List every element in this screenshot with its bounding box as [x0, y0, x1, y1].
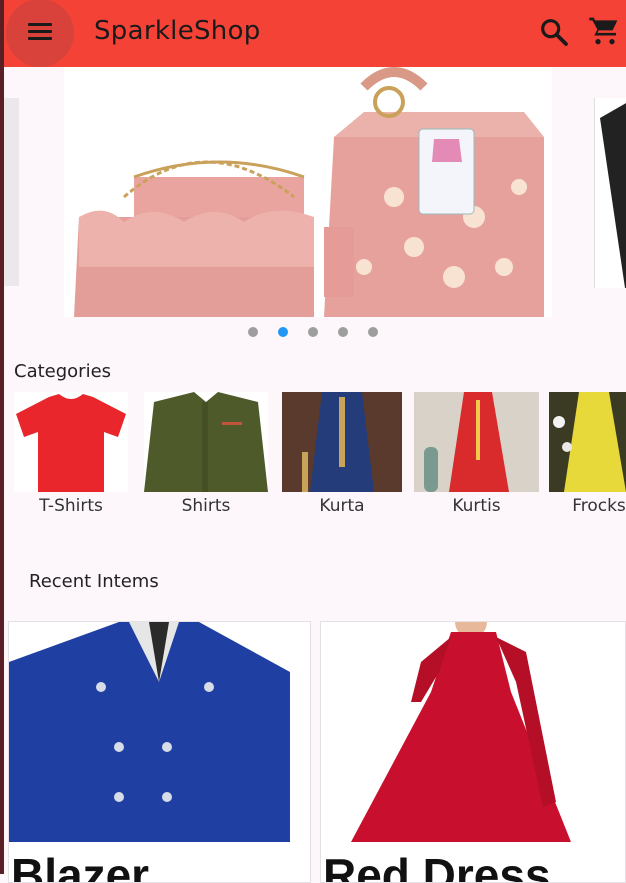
menu-button[interactable]	[6, 0, 74, 67]
red-dress-image	[321, 622, 625, 842]
category-label: Frocks	[572, 496, 626, 516]
search-icon	[541, 19, 568, 46]
next-slide-image	[600, 103, 626, 288]
carousel-dot[interactable]	[308, 327, 318, 337]
carousel-prev-slide[interactable]	[4, 98, 19, 286]
categories-heading: Categories	[14, 361, 112, 382]
shirt-image	[144, 392, 268, 492]
category-label: Kurtis	[452, 496, 501, 516]
search-button[interactable]	[538, 16, 570, 48]
menu-icon	[28, 23, 52, 41]
cart-button[interactable]	[588, 14, 620, 48]
banner-carousel[interactable]	[4, 67, 626, 317]
category-label: Kurta	[319, 496, 365, 516]
app-bar: SparkleShop	[4, 0, 626, 67]
carousel-dot-active[interactable]	[278, 327, 288, 337]
category-item-tshirts[interactable]: T-Shirts	[14, 392, 128, 522]
shopping-cart-icon	[589, 17, 618, 45]
app-title: SparkleShop	[94, 16, 261, 46]
kurta-image	[282, 392, 402, 492]
carousel-dot[interactable]	[248, 327, 258, 337]
category-label: Shirts	[181, 496, 231, 516]
category-item-kurta[interactable]: Kurta	[282, 392, 402, 522]
handbag-set-banner[interactable]	[64, 67, 552, 317]
product-card-red-dress[interactable]: Red Dress	[320, 621, 626, 883]
carousel-dot[interactable]	[338, 327, 348, 337]
category-item-shirts[interactable]: Shirts	[144, 392, 268, 522]
product-card-blazer[interactable]: Blazer	[8, 621, 311, 883]
carousel-next-slide[interactable]	[594, 98, 626, 288]
tshirt-image	[14, 392, 128, 492]
recent-items-heading: Recent Intems	[29, 571, 159, 592]
drawer-edge	[0, 0, 4, 874]
carousel-dot[interactable]	[368, 327, 378, 337]
category-label: T-Shirts	[39, 496, 103, 516]
product-name: Blazer	[11, 849, 150, 883]
category-item-kurtis[interactable]: Kurtis	[414, 392, 539, 522]
kurti-image	[414, 392, 539, 492]
frock-image	[549, 392, 626, 492]
blazer-image	[9, 622, 310, 842]
product-name: Red Dress	[323, 849, 551, 883]
category-item-frocks[interactable]: Frocks	[549, 392, 626, 522]
